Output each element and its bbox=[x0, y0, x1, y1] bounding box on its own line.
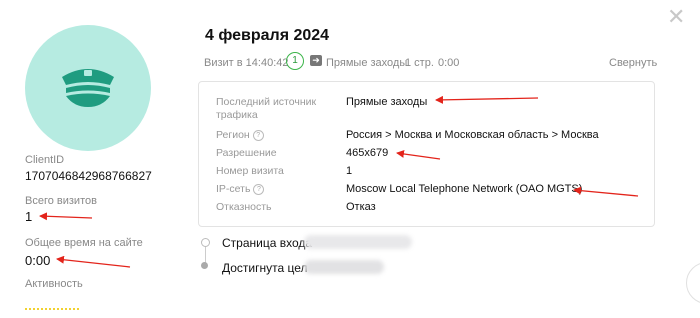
annotation-arrow-ip bbox=[573, 186, 639, 197]
annotation-arrow-visits bbox=[39, 212, 93, 221]
annotation-arrow-time bbox=[56, 255, 131, 268]
annotation-arrow-source bbox=[435, 95, 539, 104]
annotation-arrow-resolution bbox=[396, 150, 441, 160]
annotation-arrows bbox=[39, 95, 639, 268]
